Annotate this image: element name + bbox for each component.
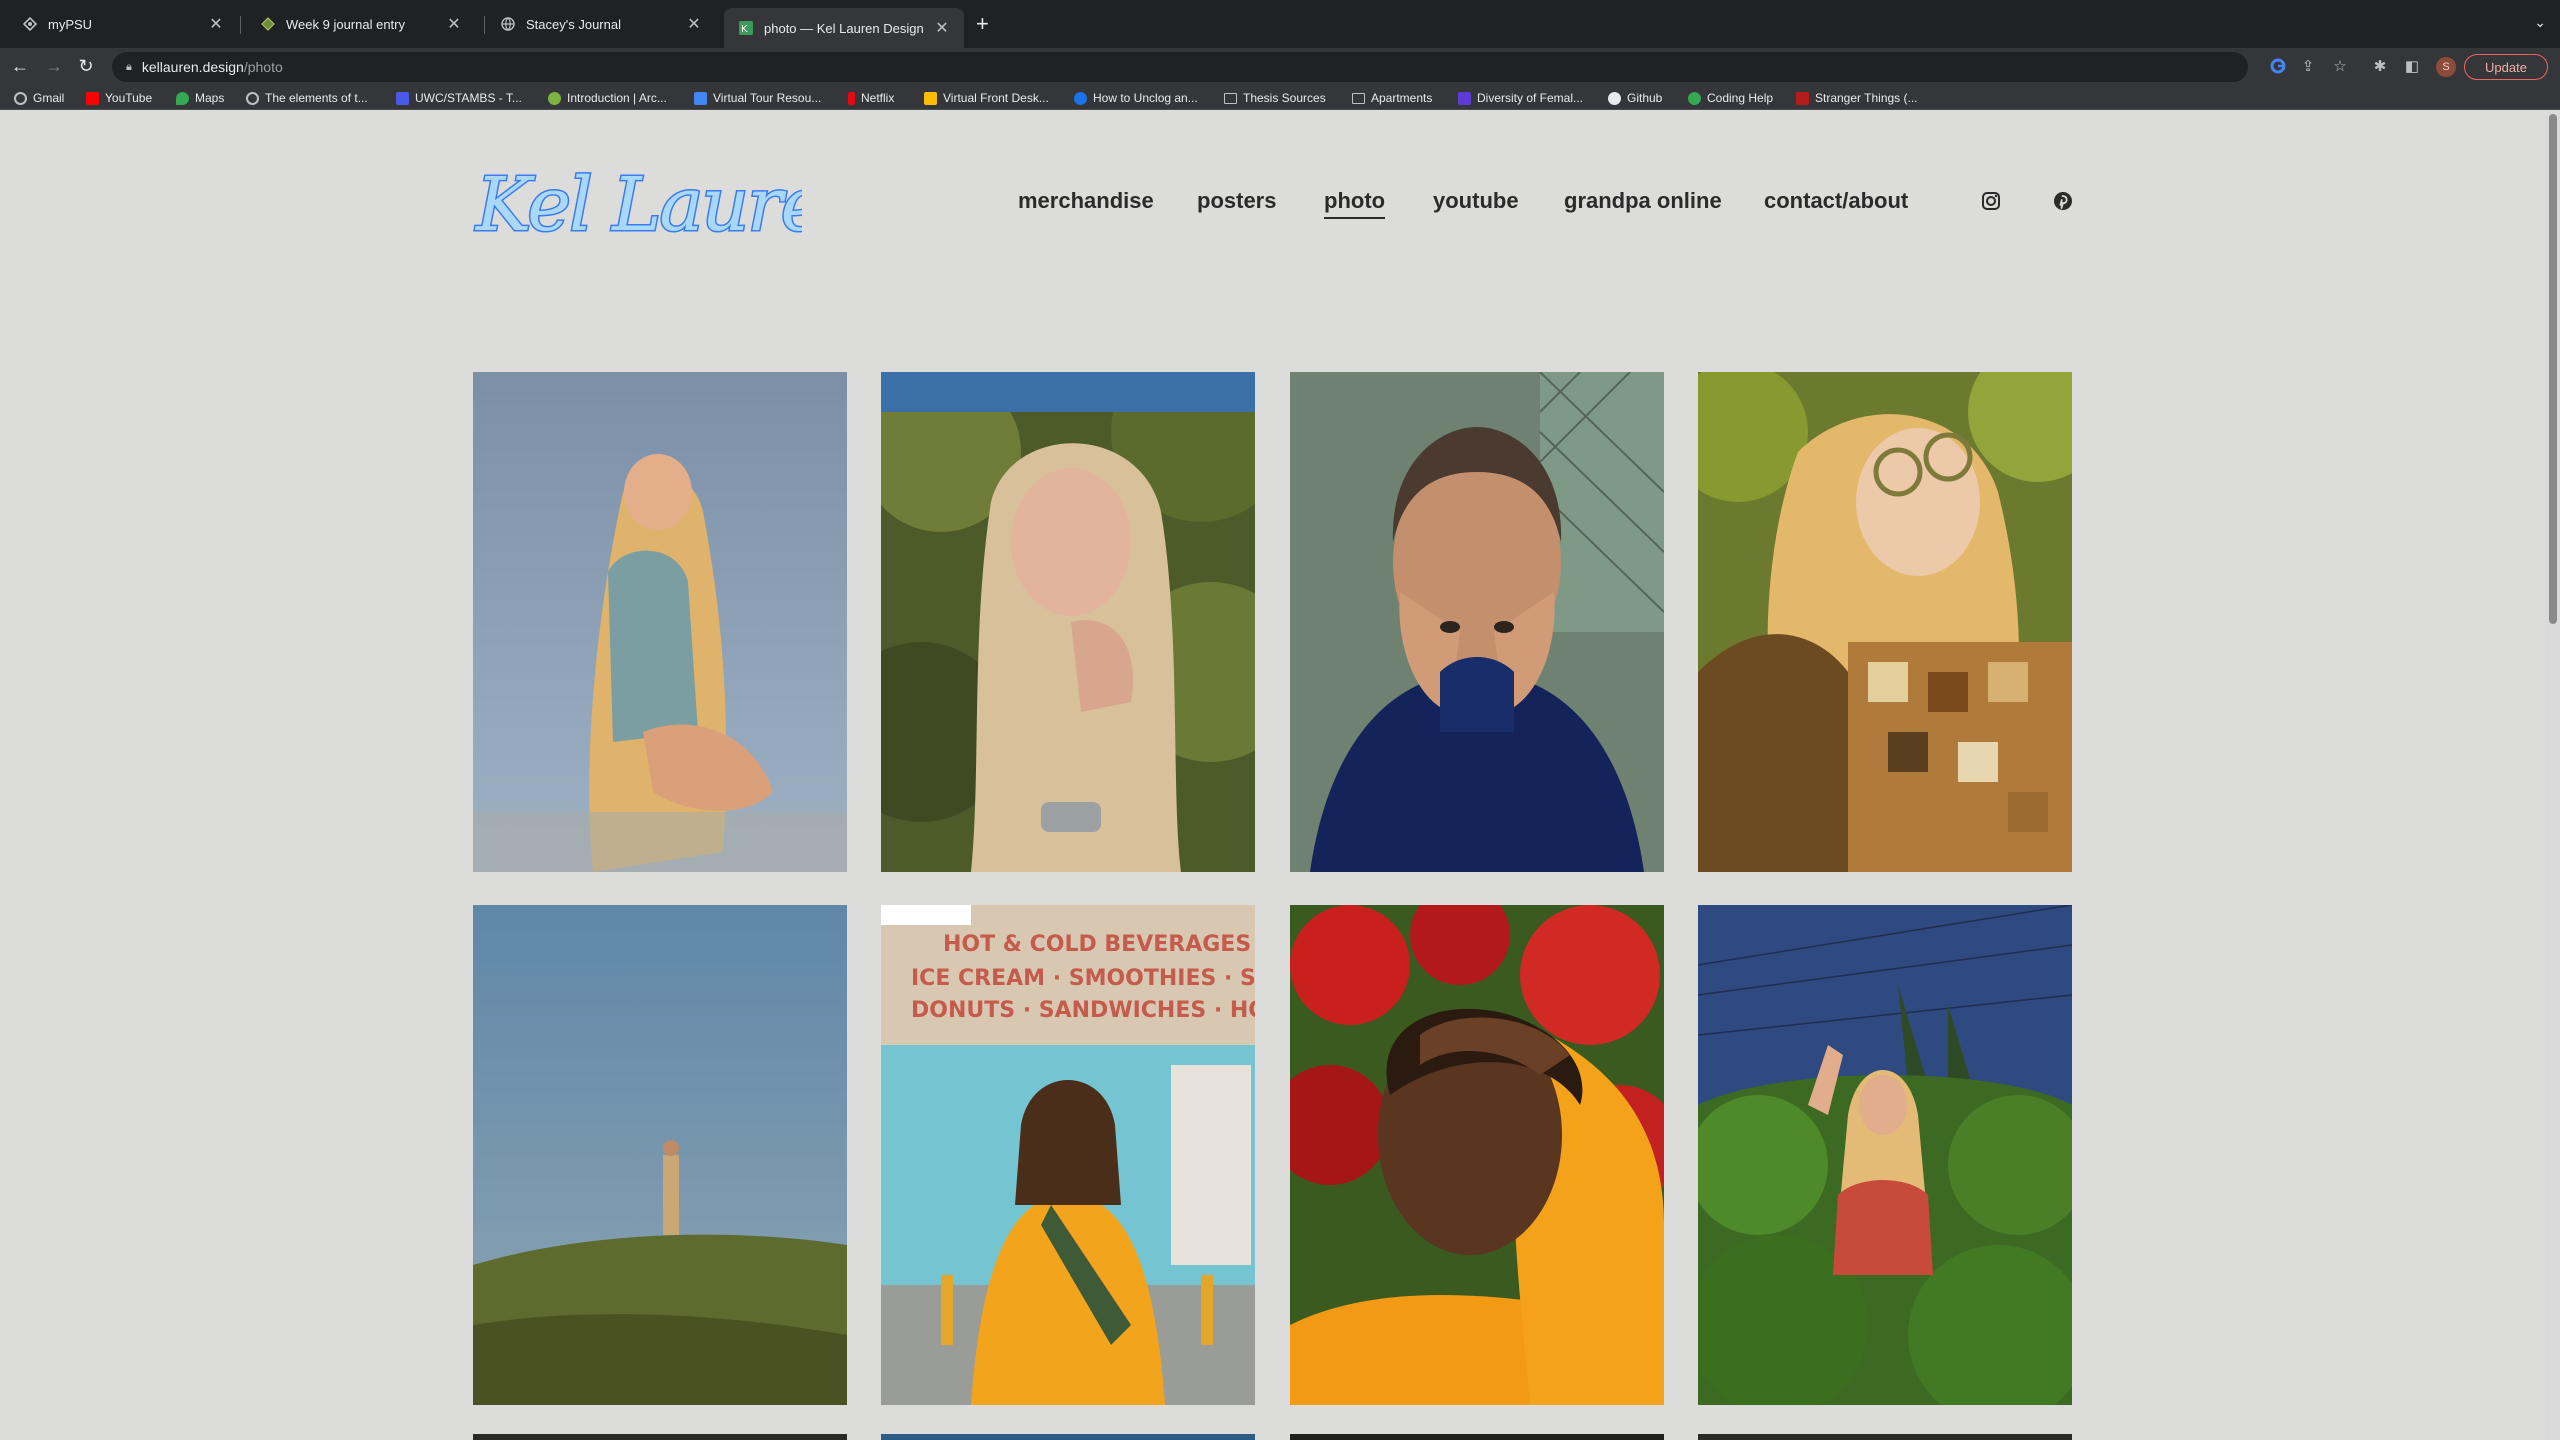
site-logo[interactable]: Kel Lauren — [472, 152, 872, 252]
nav-photo[interactable]: photo — [1324, 188, 1386, 219]
folder-icon — [1224, 92, 1237, 104]
svg-text:K: K — [741, 24, 748, 35]
slides-icon — [924, 91, 937, 105]
bookmark-youtube[interactable]: YouTube — [86, 90, 152, 106]
extensions-icon[interactable]: ✱ — [2370, 58, 2390, 76]
close-icon[interactable]: ✕ — [934, 18, 950, 38]
side-panel-icon[interactable]: ◧ — [2402, 58, 2422, 76]
tab-title: photo — Kel Lauren Design — [764, 20, 924, 36]
new-tab-button[interactable]: + — [976, 12, 989, 36]
nav-grandpa-online[interactable]: grandpa online — [1564, 188, 1722, 214]
bookmark-uwc[interactable]: UWC/STAMBS - T... — [396, 90, 522, 106]
nav-youtube[interactable]: youtube — [1433, 188, 1519, 214]
diamond-icon — [260, 16, 276, 32]
share-icon[interactable]: ⇪ — [2298, 58, 2318, 76]
pinterest-icon[interactable] — [2052, 190, 2074, 212]
photo-tile[interactable] — [1290, 372, 1664, 872]
bookmark-folder-apartments[interactable]: Apartments — [1352, 90, 1432, 106]
bookmarks-bar: Gmail YouTube Maps The elements of t... … — [0, 86, 2560, 110]
photo-tile[interactable]: HOT & COLD BEVERAGES ICE CREAM · SMOOTHI… — [881, 905, 1255, 1405]
close-icon[interactable]: ✕ — [208, 14, 224, 34]
storefront-sign-line-3: DONUTS · SANDWICHES · HOT D — [911, 998, 1255, 1023]
profile-avatar[interactable]: S — [2436, 57, 2456, 77]
youtube-icon — [86, 91, 99, 105]
bookmark-diversity[interactable]: Diversity of Femal... — [1458, 90, 1583, 106]
address-bar[interactable]: 🔒︎ kellauren.design/photo — [112, 52, 2248, 82]
code-icon — [1688, 91, 1701, 105]
page-scrollbar-thumb[interactable] — [2549, 114, 2557, 624]
tab-mypsu[interactable]: myPSU ✕ — [8, 8, 238, 40]
map-pin-icon — [176, 91, 189, 105]
nav-posters[interactable]: posters — [1197, 188, 1276, 214]
storefront-sign-line-1: HOT & COLD BEVERAGES — [943, 932, 1251, 957]
close-icon[interactable]: ✕ — [686, 14, 702, 34]
url-path: /photo — [243, 59, 283, 75]
reload-button[interactable]: ↻ — [74, 54, 98, 78]
photo-tile-partial[interactable] — [1698, 1434, 2072, 1440]
update-button[interactable]: Update — [2464, 54, 2548, 80]
leaf-icon — [548, 91, 561, 105]
photo-tile[interactable] — [473, 905, 847, 1405]
globe-icon — [14, 91, 27, 105]
circle-x-icon — [1074, 91, 1087, 105]
forward-button[interactable]: → — [42, 54, 66, 78]
site-favicon-icon: K — [738, 20, 754, 36]
bookmark-coding-help[interactable]: Coding Help — [1688, 90, 1773, 106]
browser-toolbar: ← → ↻ 🔒︎ kellauren.design/photo ⇪ ☆ ✱ ◧ … — [0, 48, 2560, 86]
bookmark-netflix[interactable]: Netflix — [848, 90, 894, 106]
url-host: kellauren.design — [141, 59, 244, 75]
bookmark-folder-thesis[interactable]: Thesis Sources — [1224, 90, 1326, 106]
logo-text: Kel Lauren — [474, 162, 802, 248]
bookmark-stranger-things[interactable]: Stranger Things (... — [1796, 90, 1918, 106]
github-icon — [1608, 91, 1621, 105]
photo-tile-partial[interactable] — [881, 1434, 1255, 1440]
uwc-icon — [396, 91, 409, 105]
tab-title: Stacey's Journal — [526, 16, 621, 32]
tab-strip: myPSU ✕ Week 9 journal entry ✕ Stacey's … — [0, 0, 2560, 48]
photo-tile[interactable] — [1698, 905, 2072, 1405]
docs-icon — [694, 91, 707, 105]
list-icon — [1458, 91, 1471, 105]
instagram-icon[interactable] — [1980, 190, 2002, 212]
tab-title: myPSU — [48, 16, 93, 32]
bookmark-virtual-tour[interactable]: Virtual Tour Resou... — [694, 90, 821, 106]
bookmark-introduction[interactable]: Introduction | Arc... — [548, 90, 667, 106]
back-button[interactable]: ← — [8, 54, 32, 78]
bookmark-how-to-unclog[interactable]: How to Unclog an... — [1074, 90, 1198, 106]
storefront-sign-line-2: ICE CREAM · SMOOTHIES · SAP — [911, 966, 1255, 991]
tab-staceys-journal[interactable]: Stacey's Journal ✕ — [486, 8, 716, 40]
nav-contact-about[interactable]: contact/about — [1764, 188, 1908, 214]
bookmark-elements[interactable]: The elements of t... — [246, 90, 368, 106]
photo-tile[interactable] — [1290, 905, 1664, 1405]
photo-tile-partial[interactable] — [473, 1434, 847, 1440]
globe-icon — [246, 91, 259, 105]
photo-tile-partial[interactable] — [1290, 1434, 1664, 1440]
netflix-icon — [848, 91, 855, 105]
tab-photo-kel-lauren[interactable]: K photo — Kel Lauren Design ✕ — [724, 8, 964, 48]
globe-icon — [500, 16, 516, 32]
lock-icon: 🔒︎ — [126, 60, 132, 73]
tab-search-chevron-icon[interactable]: ⌄ — [2534, 14, 2546, 31]
bookmark-gmail[interactable]: Gmail — [14, 90, 64, 106]
google-icon[interactable] — [2268, 58, 2288, 79]
photo-tile[interactable] — [881, 372, 1255, 872]
photo-tile[interactable] — [1698, 372, 2072, 872]
tab-title: Week 9 journal entry — [286, 16, 405, 32]
folder-icon — [1352, 92, 1365, 104]
bookmark-star-icon[interactable]: ☆ — [2330, 58, 2350, 76]
bookmark-github[interactable]: Github — [1608, 90, 1662, 106]
nav-merchandise[interactable]: merchandise — [1018, 188, 1154, 214]
st-icon — [1796, 91, 1809, 105]
photo-tile[interactable] — [473, 372, 847, 872]
tab-week9[interactable]: Week 9 journal entry ✕ — [246, 8, 476, 40]
bookmark-maps[interactable]: Maps — [176, 90, 224, 106]
bookmark-virtual-front-desk[interactable]: Virtual Front Desk... — [924, 90, 1049, 106]
diamond-icon — [22, 16, 38, 32]
close-icon[interactable]: ✕ — [446, 14, 462, 34]
